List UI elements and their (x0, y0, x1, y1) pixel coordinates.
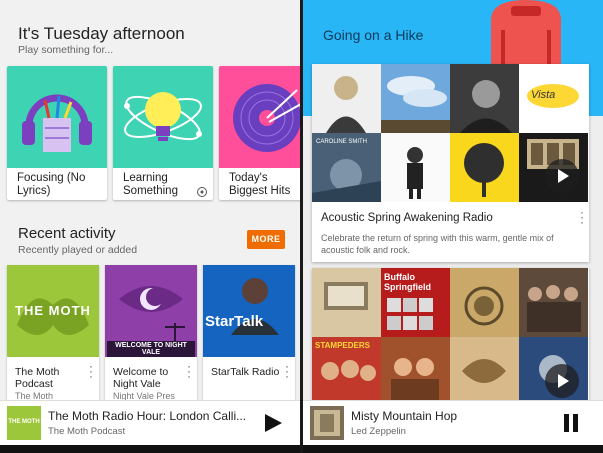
lightbulb-art-icon (113, 66, 213, 168)
play-icon[interactable] (263, 413, 283, 433)
host-portrait-icon (203, 265, 295, 357)
now-playing-thumbnail: THE MOTH (7, 406, 41, 440)
thumb-text: THE MOTH (8, 419, 40, 425)
backpack-icon (491, 0, 561, 66)
recent-activity-subtitle: Recently played or added (18, 244, 138, 256)
startalk-album-art: StarTalk (203, 265, 295, 357)
album-tile (312, 64, 381, 133)
album-tile: CAROLINE SMITH (312, 133, 381, 202)
bottom-strip (303, 445, 603, 453)
album-tile (312, 268, 381, 337)
recent-item-label: StarTalk Radio (211, 366, 280, 378)
album-tile: STAMPEDERS (312, 337, 381, 403)
pause-icon[interactable] (561, 413, 581, 433)
station-panel: Going on a Hike Vista CAROLINE SMITH Aco… (303, 0, 603, 453)
moth-art-text: THE MOTH (15, 303, 91, 318)
album-tile: Vista (519, 64, 588, 133)
now-playing-artist: Led Zeppelin (351, 426, 406, 437)
activity-card-focusing[interactable]: Focusing (No Lyrics) (7, 66, 107, 200)
bottom-strip (0, 445, 300, 453)
play-station-button[interactable] (545, 159, 579, 193)
album-text: CAROLINE SMITH (316, 139, 368, 145)
recent-item-sublabel: The Moth (15, 391, 54, 400)
listen-now-panel: It's Tuesday afternoon Play something fo… (0, 0, 300, 453)
activity-card-hits[interactable]: Today's Biggest Hits (219, 66, 300, 200)
now-playing-thumbnail (310, 406, 344, 440)
header-title: Going on a Hike (323, 27, 424, 43)
album-tile (450, 337, 519, 403)
album-tile (450, 268, 519, 337)
now-playing-title: The Moth Radio Hour: London Calli... (48, 409, 247, 423)
album-text: Buffalo Springfield (384, 272, 431, 292)
album-tile: Buffalo Springfield (381, 268, 450, 337)
recent-item-night-vale[interactable]: WELCOME TO NIGHT VALE Welcome to Night V… (105, 265, 197, 400)
activity-label: Today's Biggest Hits (229, 172, 291, 197)
now-playing-artist: The Moth Podcast (48, 426, 126, 437)
activity-label: Learning Something (123, 172, 178, 197)
station-description: Celebrate the return of spring with this… (321, 233, 554, 255)
headphones-art-icon (7, 66, 107, 168)
album-tile (519, 268, 588, 337)
station-card[interactable]: Vista CAROLINE SMITH Acoustic Spring Awa… (312, 64, 589, 262)
recent-item-sublabel: Night Vale Pres (113, 391, 175, 400)
activity-card-learning[interactable]: Learning Something (113, 66, 213, 200)
recent-item-startalk[interactable]: StarTalk StarTalk Radio · · · (203, 265, 295, 400)
recent-item-label: Welcome to Night Vale (113, 366, 169, 390)
night-vale-album-art: WELCOME TO NIGHT VALE (105, 265, 197, 357)
recent-item-moth[interactable]: THE MOTH The Moth Podcast The Moth · · · (7, 265, 99, 400)
target-art-icon (219, 66, 300, 168)
more-options-icon[interactable]: · · · (580, 206, 584, 228)
play-station-button[interactable] (545, 364, 579, 398)
recent-item-label: The Moth Podcast (15, 366, 60, 390)
more-button[interactable]: MORE (247, 230, 285, 249)
station-card-2[interactable]: Buffalo Springfield STAMPEDERS (312, 268, 589, 403)
album-tile (381, 133, 450, 202)
album-tile (450, 133, 519, 202)
night-vale-art-text: WELCOME TO NIGHT VALE (107, 341, 195, 357)
podcast-icon (197, 187, 207, 197)
more-options-icon[interactable]: · · · (283, 360, 291, 382)
now-playing-title: Misty Mountain Hop (351, 409, 458, 423)
more-options-icon[interactable]: · · · (87, 360, 95, 382)
greeting-subtitle: Play something for... (18, 44, 114, 56)
moth-album-art: THE MOTH (7, 265, 99, 357)
album-text: Vista (531, 89, 556, 101)
album-tile (450, 64, 519, 133)
startalk-art-text: StarTalk (205, 313, 264, 330)
recent-activity-title: Recent activity (18, 225, 116, 242)
more-options-icon[interactable]: · · · (185, 360, 193, 382)
now-playing-bar[interactable]: Misty Mountain Hop Led Zeppelin (303, 400, 603, 445)
station-title: Acoustic Spring Awakening Radio (321, 212, 493, 224)
greeting-title: It's Tuesday afternoon (18, 24, 185, 43)
album-text: STAMPEDERS (315, 341, 370, 350)
album-tile (381, 64, 450, 133)
album-tile (381, 337, 450, 403)
activity-label: Focusing (No Lyrics) (17, 172, 86, 197)
now-playing-bar[interactable]: THE MOTH The Moth Radio Hour: London Cal… (0, 400, 300, 445)
